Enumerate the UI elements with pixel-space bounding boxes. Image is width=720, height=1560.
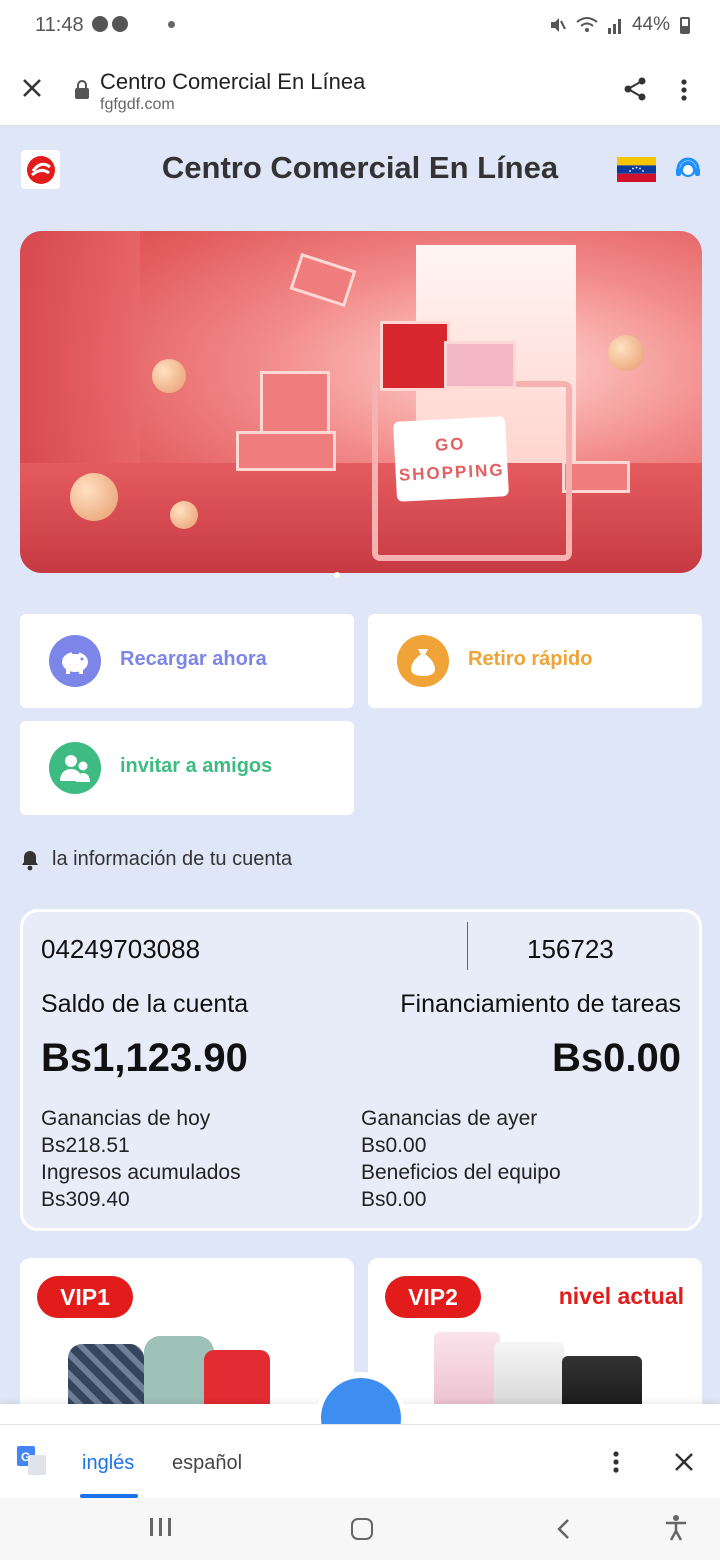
account-section-title: la información de tu cuenta (52, 848, 293, 870)
task-funding-label: Financiamiento de tareas (400, 990, 681, 1018)
invite-friends-button[interactable]: invitar a amigos (20, 721, 354, 815)
more-vert-icon[interactable] (612, 1450, 620, 1474)
vip-card-1[interactable]: VIP1 (20, 1258, 354, 1428)
account-user-id: 156723 (527, 934, 614, 964)
gift-box (289, 252, 357, 308)
lock-icon (75, 80, 89, 99)
vip-card-2[interactable]: VIP2 nivel actual (368, 1258, 702, 1428)
withdraw-button[interactable]: Retiro rápido (368, 614, 702, 708)
coin (70, 473, 118, 521)
balance-label: Saldo de la cuenta (41, 990, 249, 1018)
share-icon[interactable] (622, 76, 648, 102)
divider (467, 922, 468, 970)
promo-banner[interactable]: GO SHOPPING (20, 231, 702, 573)
bell-icon (22, 850, 38, 870)
recharge-icon-circle (49, 635, 101, 687)
close-icon[interactable] (674, 1452, 694, 1472)
battery-percent: 44% (631, 14, 670, 35)
svg-text:G: G (21, 1450, 30, 1464)
system-nav-bar (0, 1498, 720, 1560)
recent-apps-icon[interactable] (150, 1518, 171, 1536)
yesterday-earnings-label: Ganancias de ayer (361, 1107, 538, 1130)
coin (152, 359, 186, 393)
current-level-label: nivel actual (558, 1283, 684, 1309)
handbag (444, 341, 516, 389)
invite-icon-circle (49, 742, 101, 794)
browser-toolbar: Centro Comercial En Línea fgfgdf.com (0, 52, 720, 126)
translate-lang-from[interactable]: inglés (82, 1452, 134, 1475)
coin (170, 501, 198, 529)
withdraw-icon-circle (397, 635, 449, 687)
today-earnings-label: Ganancias de hoy (41, 1107, 211, 1130)
status-right: 44% (548, 14, 690, 36)
translate-bar: G inglés español (0, 1424, 720, 1498)
home-icon[interactable] (351, 1518, 373, 1540)
basketball-icon (112, 16, 128, 32)
browser-url: fgfgdf.com (100, 96, 175, 113)
gift-box (562, 461, 630, 493)
battery-icon (680, 16, 690, 34)
account-panel: 04249703088 156723 Saldo de la cuenta Fi… (20, 909, 702, 1231)
coin (608, 335, 644, 371)
invite-label: invitar a amigos (120, 755, 273, 777)
browser-page-title: Centro Comercial En Línea (100, 69, 366, 94)
sign-line-2: SHOPPING (398, 460, 506, 485)
piggy-bank-icon (62, 652, 88, 674)
account-phone: 04249703088 (41, 934, 201, 964)
wifi-icon (576, 17, 598, 32)
translate-icon: G (17, 1446, 46, 1475)
shopping-bag (380, 321, 450, 391)
more-vert-icon[interactable] (680, 78, 688, 102)
carousel-indicator (334, 572, 340, 578)
team-benefits-value: Bs0.00 (361, 1188, 427, 1211)
accumulated-income-label: Ingresos acumulados (41, 1161, 241, 1184)
status-bar: 11:48 44% (0, 0, 720, 52)
withdraw-label: Retiro rápido (468, 648, 593, 670)
accessibility-icon[interactable] (664, 1514, 688, 1542)
notification-dot-icon (168, 21, 175, 28)
go-shopping-sign: GO SHOPPING (392, 416, 510, 502)
balance-value: Bs1,123.90 (41, 1036, 248, 1080)
signal-icon (607, 19, 621, 34)
basketball-icon (92, 16, 108, 32)
support-agent-icon[interactable] (674, 155, 702, 183)
back-icon[interactable] (556, 1518, 570, 1540)
gift-box (236, 431, 336, 471)
recharge-button[interactable]: Recargar ahora (20, 614, 354, 708)
team-benefits-label: Beneficios del equipo (361, 1161, 561, 1184)
account-section-header: la información de tu cuenta (20, 848, 292, 871)
money-bag-icon (411, 649, 435, 676)
today-earnings-value: Bs218.51 (41, 1134, 130, 1157)
close-icon[interactable] (20, 76, 44, 100)
recharge-label: Recargar ahora (120, 648, 267, 670)
task-funding-value: Bs0.00 (552, 1036, 681, 1080)
venezuela-flag-icon[interactable] (617, 157, 656, 182)
mute-icon (550, 18, 566, 32)
friends-icon (60, 755, 90, 782)
vip-badge: VIP2 (385, 1276, 481, 1318)
sign-line-1: GO (434, 434, 466, 455)
gift-box (260, 371, 330, 437)
accumulated-income-value: Bs309.40 (41, 1188, 130, 1211)
vip-badge: VIP1 (37, 1276, 133, 1318)
yesterday-earnings-value: Bs0.00 (361, 1134, 427, 1157)
notification-icons (92, 16, 128, 32)
status-time: 11:48 (35, 14, 84, 36)
translate-lang-to[interactable]: español (172, 1452, 242, 1475)
app-title: Centro Comercial En Línea (161, 150, 559, 185)
